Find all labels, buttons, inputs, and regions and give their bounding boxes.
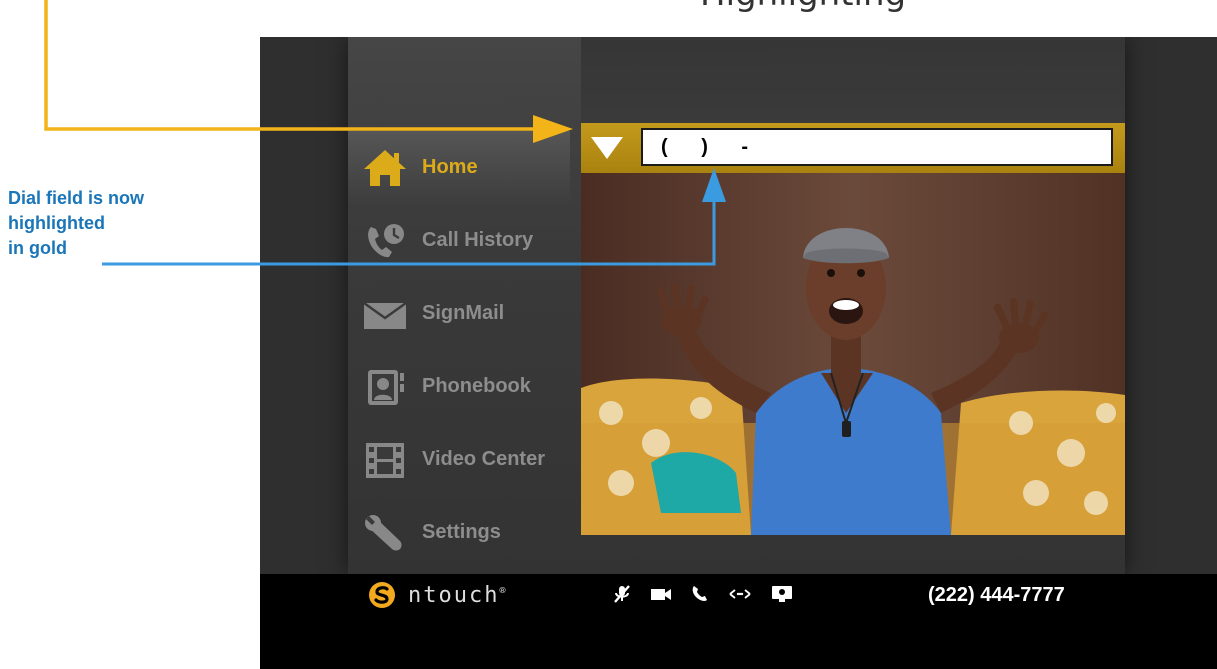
wrench-icon (360, 510, 410, 556)
sidebar-item-signmail[interactable]: SignMail (348, 277, 570, 350)
sidebar-item-label: Phonebook (422, 375, 531, 397)
sidebar-item-label: Video Center (422, 448, 545, 470)
callout-line-1: Dial field is now (8, 188, 145, 208)
video-feed-image (581, 173, 1125, 535)
sidebar-item-label: Call History (422, 229, 534, 251)
sidebar-menu: Home Call History SignMail Phonebook Vid… (348, 131, 570, 569)
page-heading-partial: Highlighting (700, 0, 906, 14)
sidebar-item-label: Settings (422, 521, 501, 543)
brand: ntouch® (368, 581, 506, 609)
monitor-icon (770, 584, 794, 604)
sidebar-item-label: SignMail (422, 302, 505, 324)
video-feed (581, 173, 1125, 535)
phonebook-icon (360, 364, 410, 410)
callout-line-3: in gold (8, 238, 67, 258)
triangle-down-icon[interactable] (589, 133, 625, 163)
sidebar-item-phonebook[interactable]: Phonebook (348, 350, 570, 423)
envelope-icon (360, 291, 410, 337)
sidebar-item-settings[interactable]: Settings (348, 496, 570, 569)
ntouch-logo-icon (368, 581, 396, 609)
tv-screen: Home Call History SignMail Phonebook Vid… (260, 37, 1217, 669)
call-history-icon (360, 218, 410, 264)
brand-name: ntouch® (408, 582, 506, 608)
sidebar-item-call-history[interactable]: Call History (348, 204, 570, 277)
callout-line-2: highlighted (8, 213, 105, 233)
home-icon (360, 145, 410, 191)
my-phone-number: (222) 444-7777 (928, 584, 1065, 606)
annotation-callout: Dial field is now highlighted in gold (8, 186, 144, 261)
top-strip (581, 37, 1125, 123)
brand-registered-mark: ® (499, 585, 506, 597)
video-camera-icon (650, 584, 672, 604)
status-icons (612, 584, 794, 604)
sidebar-item-video-center[interactable]: Video Center (348, 423, 570, 496)
status-bar: ntouch® (222) 444-7777 (260, 574, 1217, 669)
sidebar-item-home[interactable]: Home (348, 131, 570, 204)
arrows-icon (728, 584, 752, 604)
dial-input[interactable] (641, 128, 1113, 166)
mic-muted-icon (612, 584, 632, 604)
sidebar-item-label: Home (422, 156, 478, 178)
dial-bar[interactable] (581, 123, 1125, 173)
film-icon (360, 437, 410, 483)
phone-icon (690, 584, 710, 604)
